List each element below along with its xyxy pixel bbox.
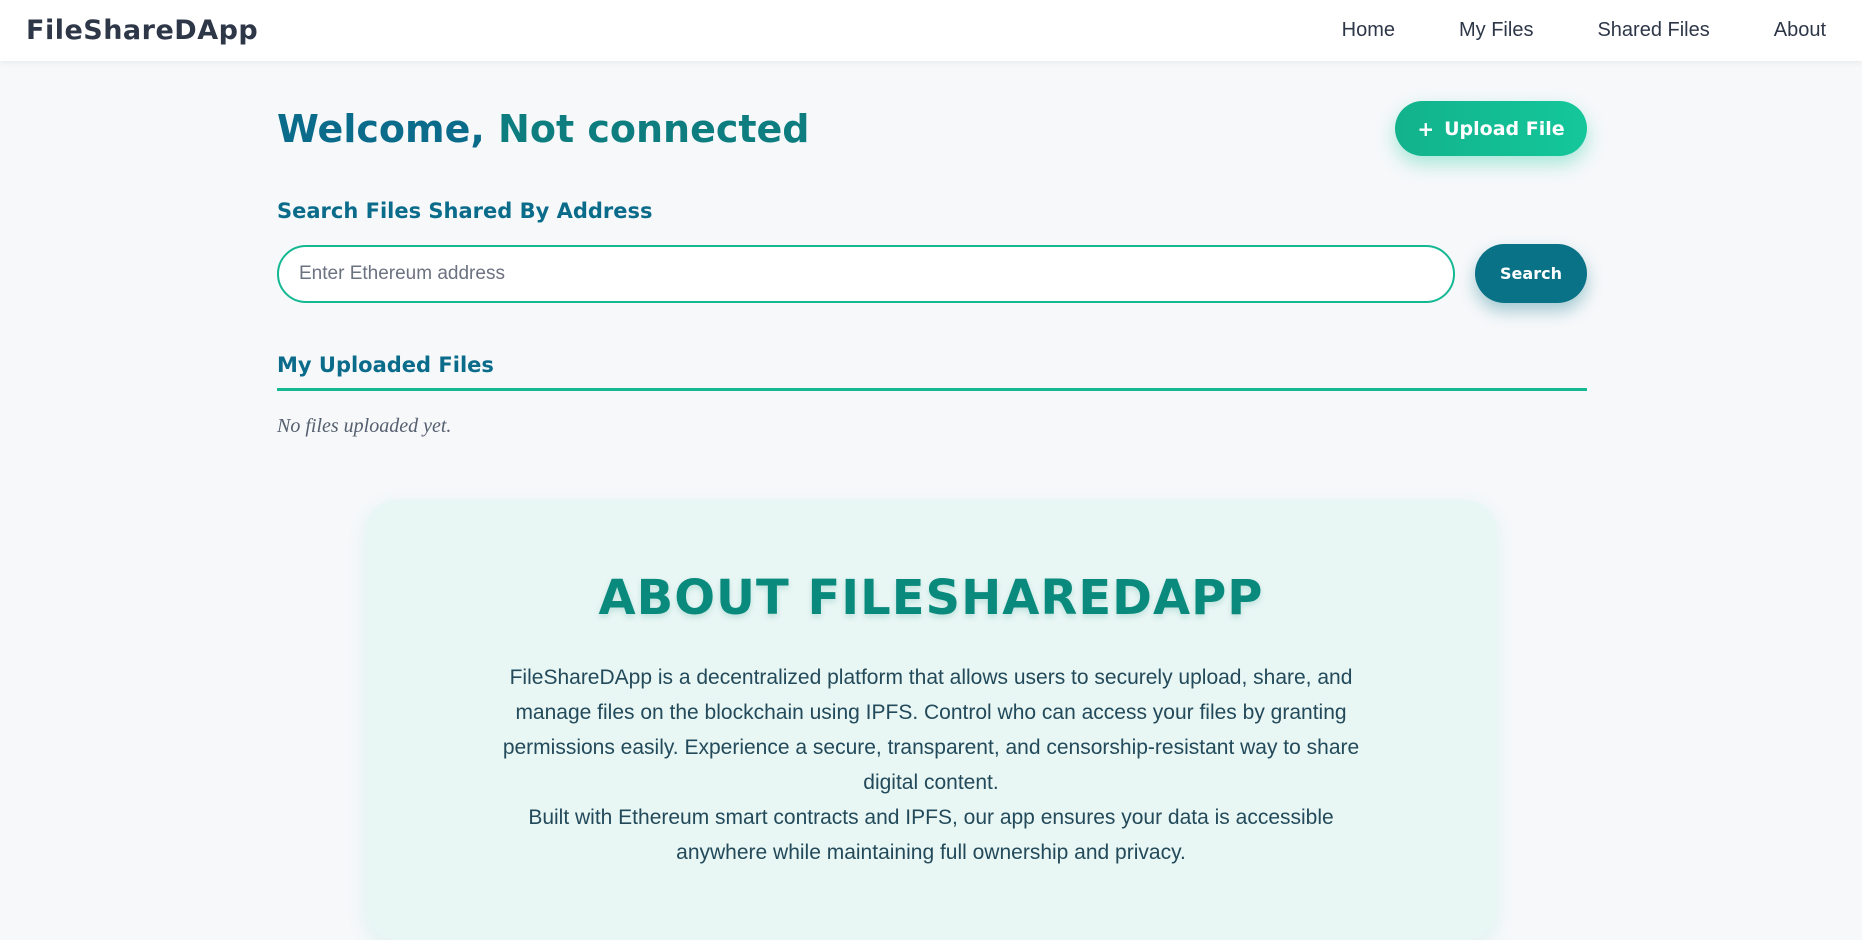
- about-text: FileShareDApp is a decentralized platfor…: [481, 660, 1381, 870]
- uploaded-files-title: My Uploaded Files: [277, 353, 1587, 391]
- connection-status: Not connected: [498, 107, 810, 151]
- top-navbar: FileShareDApp Home My Files Shared Files…: [0, 0, 1862, 61]
- search-button[interactable]: Search: [1475, 244, 1587, 303]
- nav-link-home[interactable]: Home: [1342, 19, 1395, 42]
- welcome-prefix: Welcome,: [277, 107, 485, 151]
- nav-link-about[interactable]: About: [1774, 19, 1826, 42]
- search-section-title: Search Files Shared By Address: [277, 199, 653, 223]
- upload-file-button[interactable]: + Upload File: [1395, 101, 1587, 156]
- empty-files-message: No files uploaded yet.: [277, 415, 452, 437]
- nav-link-shared-files[interactable]: Shared Files: [1597, 19, 1709, 42]
- plus-icon: +: [1417, 116, 1435, 141]
- welcome-row: Welcome, Not connected + Upload File: [277, 101, 1587, 171]
- about-card: ABOUT FILESHAREDAPP FileShareDApp is a d…: [366, 500, 1496, 940]
- about-paragraph-2: Built with Ethereum smart contracts and …: [528, 806, 1334, 864]
- about-paragraph-1: FileShareDApp is a decentralized platfor…: [502, 666, 1360, 794]
- nav-link-my-files[interactable]: My Files: [1459, 19, 1533, 42]
- address-search-input[interactable]: [277, 245, 1455, 303]
- nav-links: Home My Files Shared Files About: [1278, 19, 1836, 42]
- upload-file-label: Upload File: [1444, 117, 1565, 140]
- welcome-heading: Welcome, Not connected: [277, 101, 810, 157]
- brand-logo[interactable]: FileShareDApp: [26, 15, 258, 46]
- search-row: Search: [277, 244, 1587, 304]
- about-title: ABOUT FILESHAREDAPP: [598, 570, 1264, 626]
